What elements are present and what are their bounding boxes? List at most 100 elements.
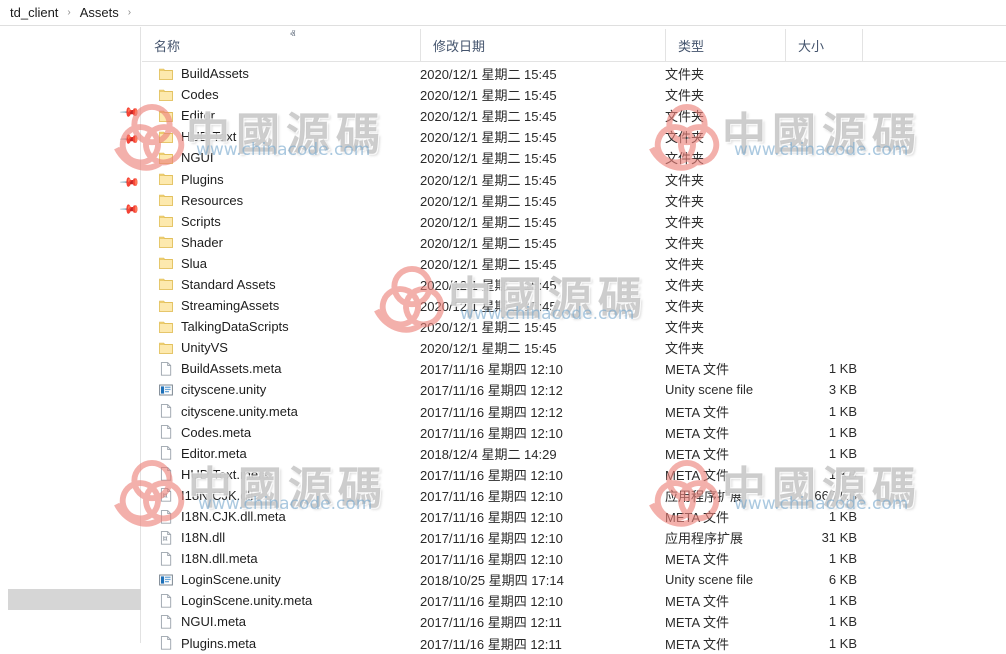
file-type-cell: 文件夹 [665, 67, 705, 83]
breadcrumb[interactable]: td_client › Assets › [0, 0, 1006, 26]
file-date-cell: 2020/12/1 星期二 15:45 [420, 256, 557, 272]
file-row[interactable]: Slua 2020/12/1 星期二 15:45 文件夹 [142, 253, 1006, 274]
file-icon [160, 615, 172, 629]
file-date-cell: 2020/12/1 星期二 15:45 [420, 172, 557, 188]
file-size-cell: 1 KB [828, 635, 857, 651]
file-row[interactable]: Codes 2020/12/1 星期二 15:45 文件夹 [142, 84, 1006, 105]
navigation-pane[interactable]: 📌 📌 📌 📌 [0, 27, 141, 643]
file-row[interactable]: UnityVS 2020/12/1 星期二 15:45 文件夹 [142, 337, 1006, 358]
folder-icon [159, 258, 173, 270]
file-list[interactable]: BuildAssets 2020/12/1 星期二 15:45 文件夹 Codes 20… [142, 63, 1006, 652]
file-date-cell: 2020/12/1 星期二 15:45 [420, 341, 557, 357]
file-name-cell[interactable]: Slua [142, 255, 420, 271]
file-name-cell[interactable]: Plugins.meta [142, 635, 420, 651]
folder-icon [159, 279, 173, 291]
file-row[interactable]: NGUI 2020/12/1 星期二 15:45 文件夹 [142, 147, 1006, 168]
file-date-cell: 2017/11/16 星期四 12:10 [420, 510, 563, 526]
column-header-row: 名称 修改日期 类型 大小 [142, 29, 1006, 62]
file-row[interactable]: I18N.CJK.dll 2017/11/16 星期四 12:10 应用程序扩展 66… [142, 485, 1006, 506]
file-name-cell[interactable]: I18N.CJK.dll.meta [142, 509, 420, 525]
pin-icon[interactable]: 📌 [119, 101, 141, 123]
file-name-cell[interactable]: Editor.meta [142, 445, 420, 461]
file-row[interactable]: Plugins.meta 2017/11/16 星期四 12:11 META 文件 1… [142, 633, 1006, 654]
folder-icon [159, 68, 173, 80]
breadcrumb-item-td-client[interactable]: td_client [8, 4, 60, 21]
file-type-cell: 文件夹 [665, 256, 705, 272]
file-name-cell[interactable]: BuildAssets.meta [142, 361, 420, 377]
file-name-cell[interactable]: Editor [142, 108, 420, 124]
file-name-cell[interactable]: I18N.dll [142, 530, 420, 546]
file-row[interactable]: TalkingDataScripts 2020/12/1 星期二 15:45 文件夹 [142, 316, 1006, 337]
file-name-cell[interactable]: HUD Text.meta [142, 466, 420, 482]
file-date-cell: 2017/11/16 星期四 12:10 [420, 425, 563, 441]
pin-icon[interactable]: 📌 [119, 128, 141, 150]
file-name-cell[interactable]: Codes [142, 87, 420, 103]
file-name-cell[interactable]: Scripts [142, 213, 420, 229]
breadcrumb-item-assets[interactable]: Assets [78, 4, 121, 21]
file-date-cell: 2017/11/16 星期四 12:10 [420, 531, 563, 547]
column-header-date-label: 修改日期 [433, 39, 486, 54]
file-row[interactable]: HUD Text 2020/12/1 星期二 15:45 文件夹 [142, 126, 1006, 147]
file-name-label: BuildAssets [181, 66, 249, 82]
file-row[interactable]: Resources 2020/12/1 星期二 15:45 文件夹 [142, 190, 1006, 211]
file-row[interactable]: I18N.dll.meta 2017/11/16 星期四 12:10 META 文件… [142, 548, 1006, 569]
file-row[interactable]: cityscene.unity 2017/11/16 星期四 12:12 Unity… [142, 379, 1006, 400]
file-row[interactable]: Scripts 2020/12/1 星期二 15:45 文件夹 [142, 211, 1006, 232]
file-name-cell[interactable]: Standard Assets [142, 276, 420, 292]
file-name-cell[interactable]: cityscene.unity [142, 382, 420, 398]
file-row[interactable]: Editor.meta 2018/12/4 星期二 14:29 META 文件 1 K… [142, 443, 1006, 464]
file-name-cell[interactable]: Codes.meta [142, 424, 420, 440]
file-name-cell[interactable]: I18N.CJK.dll [142, 487, 420, 503]
file-row[interactable]: Shader 2020/12/1 星期二 15:45 文件夹 [142, 232, 1006, 253]
file-row[interactable]: LoginScene.unity 2018/10/25 星期四 17:14 Unit… [142, 569, 1006, 590]
column-header-name[interactable]: 名称 [142, 29, 420, 62]
file-row[interactable]: I18N.CJK.dll.meta 2017/11/16 星期四 12:10 MET… [142, 506, 1006, 527]
column-header-name-label: 名称 [154, 39, 181, 54]
file-date-cell: 2017/11/16 星期四 12:10 [420, 362, 563, 378]
sort-ascending-caret-icon: ⱏ [290, 29, 296, 41]
file-name-cell[interactable]: I18N.dll.meta [142, 551, 420, 567]
file-row[interactable]: NGUI.meta 2017/11/16 星期四 12:11 META 文件 1 KB [142, 611, 1006, 632]
file-row[interactable]: StreamingAssets 2020/12/1 星期二 15:45 文件夹 [142, 295, 1006, 316]
file-name-cell[interactable]: cityscene.unity.meta [142, 403, 420, 419]
nav-selected-item[interactable] [8, 589, 141, 610]
file-row[interactable]: Codes.meta 2017/11/16 星期四 12:10 META 文件 1 K… [142, 422, 1006, 443]
file-name-cell[interactable]: UnityVS [142, 340, 420, 356]
file-name-cell[interactable]: Resources [142, 192, 420, 208]
file-name-cell[interactable]: NGUI.meta [142, 614, 420, 630]
file-name-cell[interactable]: LoginScene.unity.meta [142, 593, 420, 609]
file-type-cell: 文件夹 [665, 214, 705, 230]
file-size-cell: 1 KB [828, 424, 857, 440]
file-name-cell[interactable]: StreamingAssets [142, 298, 420, 314]
file-icon [160, 404, 172, 418]
file-type-cell: META 文件 [665, 446, 730, 462]
pin-icon[interactable]: 📌 [119, 171, 141, 193]
file-name-label: StreamingAssets [181, 298, 280, 314]
file-row[interactable]: Standard Assets 2020/12/1 星期二 15:45 文件夹 [142, 274, 1006, 295]
file-type-cell: 文件夹 [665, 109, 705, 125]
file-name-cell[interactable]: NGUI [142, 150, 420, 166]
file-row[interactable]: BuildAssets.meta 2017/11/16 星期四 12:10 META… [142, 358, 1006, 379]
file-name-cell[interactable]: Plugins [142, 171, 420, 187]
folder-icon [159, 110, 173, 122]
file-row[interactable]: Editor 2020/12/1 星期二 15:45 文件夹 [142, 105, 1006, 126]
column-header-spacer[interactable] [862, 29, 1006, 62]
file-row[interactable]: HUD Text.meta 2017/11/16 星期四 12:10 META 文件… [142, 464, 1006, 485]
file-row[interactable]: Plugins 2020/12/1 星期二 15:45 文件夹 [142, 168, 1006, 189]
file-row[interactable]: I18N.dll 2017/11/16 星期四 12:10 应用程序扩展 31 KB [142, 527, 1006, 548]
file-name-label: LoginScene.unity [181, 572, 281, 588]
file-date-cell: 2017/11/16 星期四 12:10 [420, 594, 563, 610]
file-row[interactable]: cityscene.unity.meta 2017/11/16 星期四 12:12… [142, 401, 1006, 422]
file-row[interactable]: LoginScene.unity.meta 2017/11/16 星期四 12:1… [142, 590, 1006, 611]
file-name-cell[interactable]: TalkingDataScripts [142, 319, 420, 335]
file-name-cell[interactable]: BuildAssets [142, 66, 420, 82]
column-header-type[interactable]: 类型 [665, 29, 785, 62]
file-name-cell[interactable]: LoginScene.unity [142, 572, 420, 588]
file-name-label: cityscene.unity [181, 382, 267, 398]
file-row[interactable]: BuildAssets 2020/12/1 星期二 15:45 文件夹 [142, 63, 1006, 84]
column-header-size[interactable]: 大小 [785, 29, 862, 62]
file-name-cell[interactable]: Shader [142, 234, 420, 250]
pin-icon[interactable]: 📌 [119, 198, 141, 220]
column-header-date[interactable]: 修改日期 [420, 29, 665, 62]
file-name-cell[interactable]: HUD Text [142, 129, 420, 145]
